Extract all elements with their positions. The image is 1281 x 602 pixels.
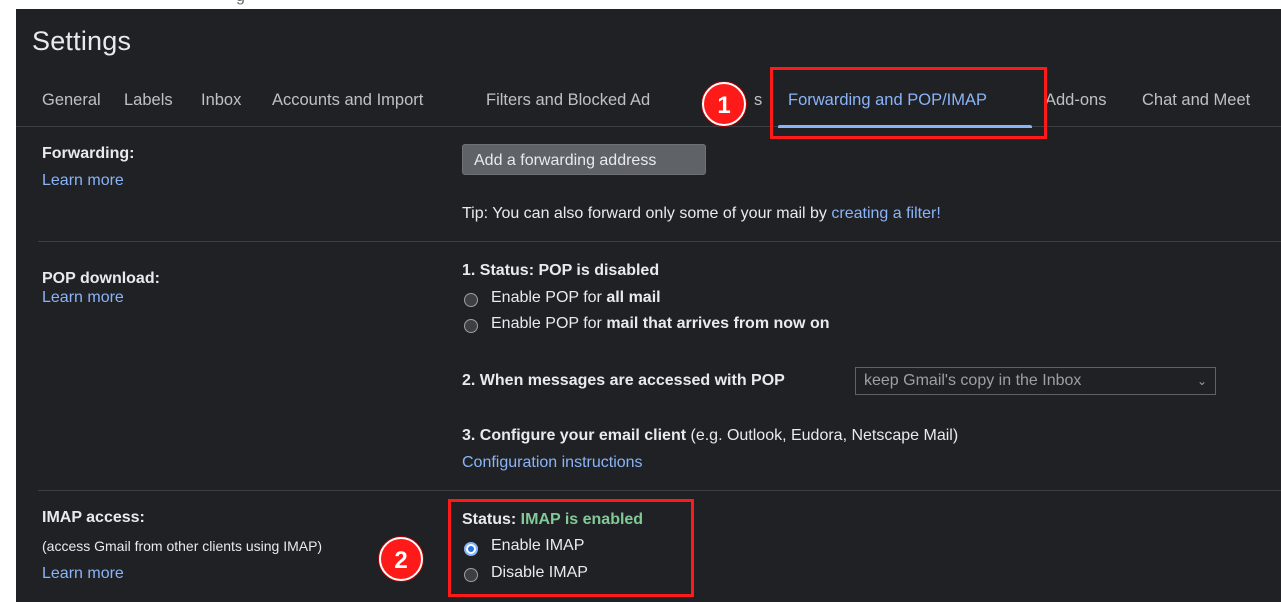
tab-highlight-box	[770, 67, 1047, 139]
pop-all-mail-prefix: Enable POP for	[491, 289, 607, 306]
section-divider	[38, 490, 1281, 491]
tab-filters-and-blocked-addresses[interactable]: Filters and Blocked Ad	[486, 91, 650, 110]
pop-learn-more-link[interactable]: Learn more	[42, 289, 124, 307]
top-strip: g	[0, 0, 1281, 9]
tab-add-ons[interactable]: Add-ons	[1045, 91, 1106, 110]
settings-tab-bar: General Labels Inbox Accounts and Import…	[16, 77, 1281, 128]
tab-chat-and-meet[interactable]: Chat and Meet	[1142, 91, 1250, 110]
imap-access-label: IMAP access:	[42, 509, 145, 526]
pop-configure-rest: (e.g. Outlook, Eudora, Netscape Mail)	[686, 427, 959, 444]
tab-labels[interactable]: Labels	[124, 91, 173, 110]
pop-from-now-prefix: Enable POP for	[491, 315, 607, 332]
pop-action-select[interactable]: keep Gmail's copy in the Inbox ⌄	[855, 367, 1216, 395]
creating-filter-link[interactable]: creating a filter!	[831, 205, 940, 222]
settings-panel: Settings General Labels Inbox Accounts a…	[16, 9, 1281, 602]
pop-when-accessed-label: 2. When messages are accessed with POP	[462, 372, 785, 389]
step-badge-2: 2	[379, 537, 423, 581]
pop-all-mail-radio[interactable]	[464, 293, 478, 307]
pop-configure-bold: 3. Configure your email client	[462, 427, 687, 444]
imap-access-subtitle: (access Gmail from other clients using I…	[42, 538, 323, 554]
tab-filters-and-blocked-addresses-tail[interactable]: s	[754, 91, 762, 110]
pop-from-now-radio[interactable]	[464, 319, 478, 333]
pop-configure-client: 3. Configure your email client (e.g. Out…	[462, 427, 958, 445]
page-title: Settings	[32, 26, 132, 56]
forwarding-label: Forwarding:	[42, 145, 135, 162]
step-badge-1: 1	[702, 82, 746, 126]
tab-inbox[interactable]: Inbox	[201, 91, 241, 110]
cropped-heading-text: g	[236, 0, 245, 6]
pop-status: 1. Status: POP is disabled	[462, 262, 660, 279]
pop-all-mail-bold: all mail	[606, 289, 661, 306]
forwarding-tip-text: Tip: You can also forward only some of y…	[462, 205, 832, 222]
forwarding-learn-more-link[interactable]: Learn more	[42, 172, 124, 190]
forwarding-tip: Tip: You can also forward only some of y…	[462, 205, 941, 223]
configuration-instructions-link[interactable]: Configuration instructions	[462, 454, 643, 472]
add-forwarding-address-button[interactable]: Add a forwarding address	[462, 144, 706, 175]
chevron-down-icon: ⌄	[1196, 374, 1207, 388]
pop-from-now-label[interactable]: Enable POP for mail that arrives from no…	[491, 315, 829, 333]
pop-from-now-bold: mail that arrives from now on	[606, 315, 830, 332]
section-divider	[38, 241, 1281, 242]
imap-highlight-box	[448, 499, 694, 597]
imap-learn-more-link[interactable]: Learn more	[42, 565, 124, 583]
tab-general[interactable]: General	[42, 91, 101, 110]
tab-accounts-and-import[interactable]: Accounts and Import	[272, 91, 423, 110]
pop-action-select-value: keep Gmail's copy in the Inbox	[864, 372, 1082, 389]
pop-download-label: POP download:	[42, 270, 160, 287]
pop-all-mail-label[interactable]: Enable POP for all mail	[491, 289, 661, 307]
